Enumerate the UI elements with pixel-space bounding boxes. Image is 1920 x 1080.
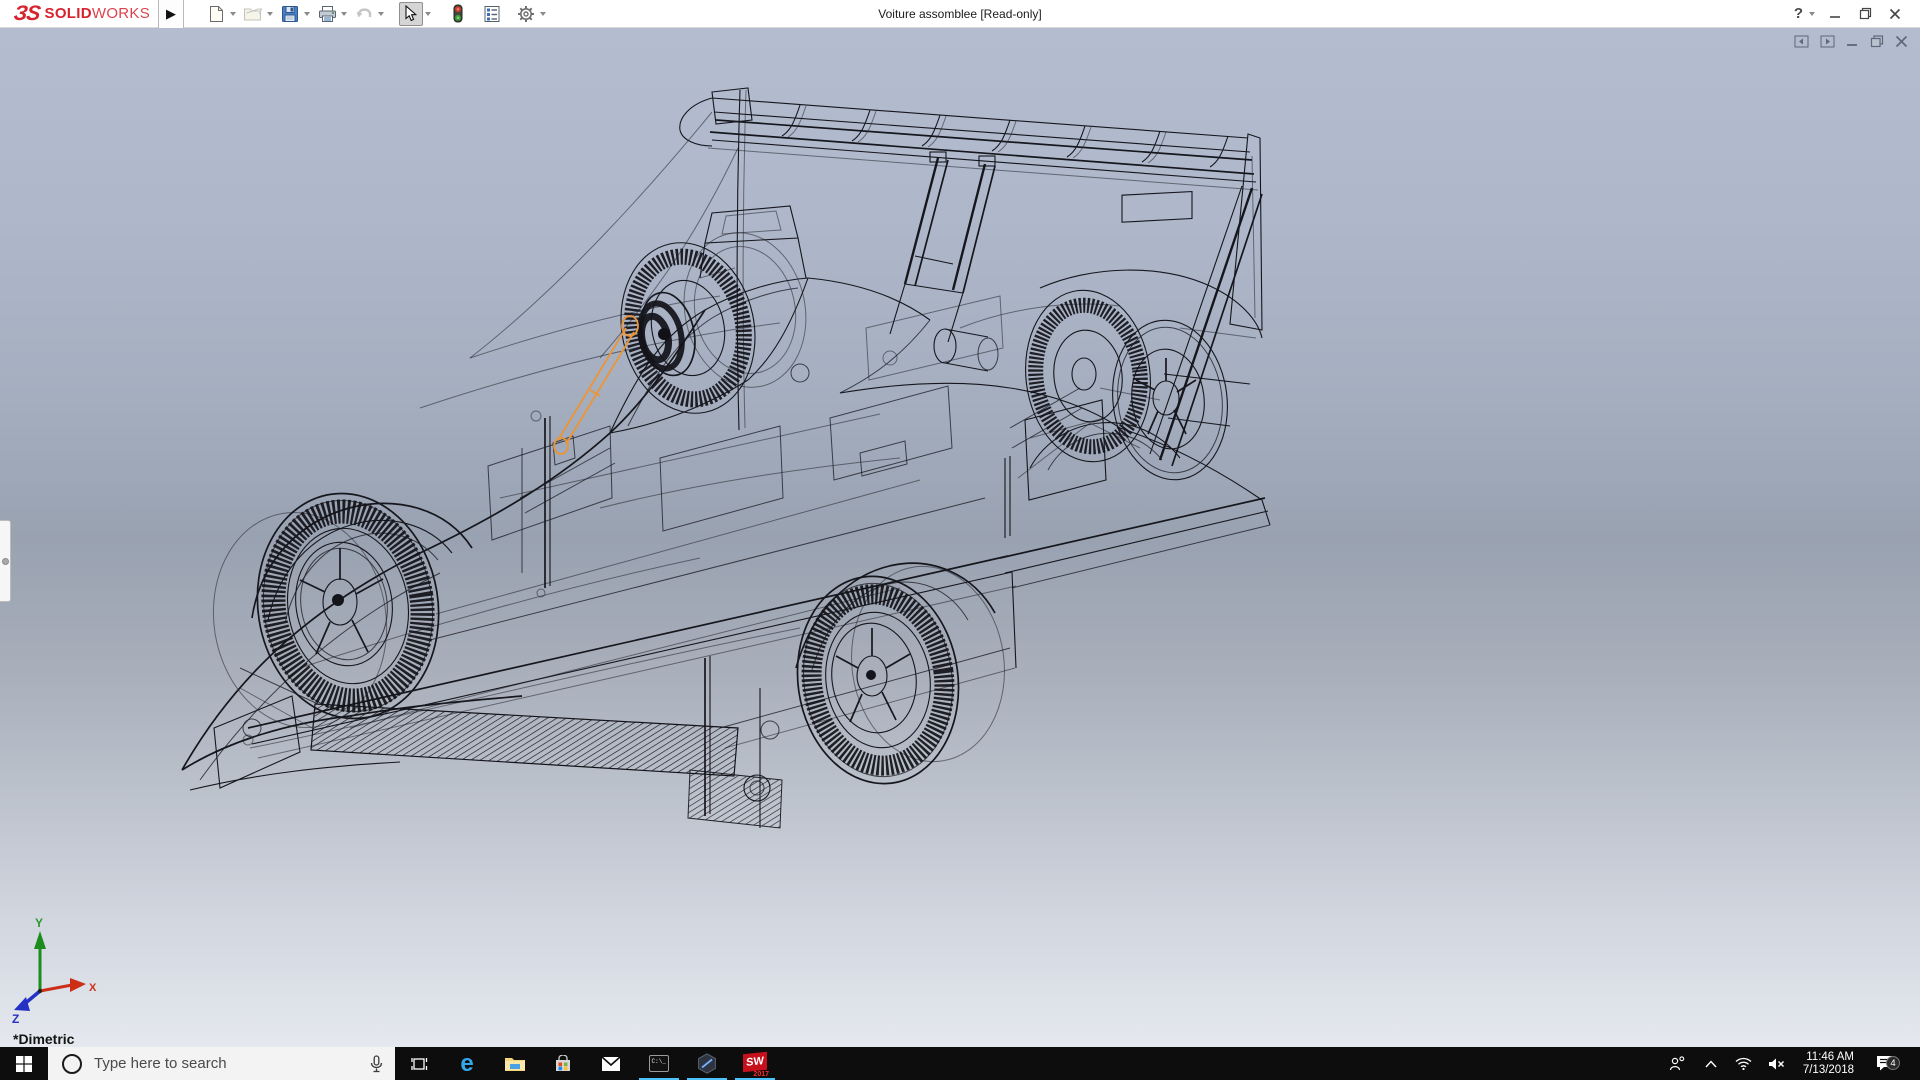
clock[interactable]: 11:46 AM 7/13/2018 <box>1797 1051 1860 1077</box>
solidworks-app-icon: SW 2017 <box>743 1053 767 1075</box>
network-button[interactable] <box>1731 1057 1757 1070</box>
undo-icon <box>355 6 374 22</box>
file-explorer-button[interactable] <box>491 1047 539 1080</box>
rear-right-wheels <box>1016 283 1236 486</box>
print-icon <box>318 5 337 23</box>
open-folder-icon <box>243 5 263 23</box>
taskbar-search[interactable] <box>48 1047 395 1080</box>
people-button[interactable] <box>1665 1056 1691 1071</box>
undo-button[interactable] <box>352 2 376 26</box>
mail-button[interactable] <box>587 1047 635 1080</box>
file-properties-icon <box>483 5 501 23</box>
car-body <box>182 112 1270 828</box>
brand-solid: SOLID <box>45 5 92 22</box>
rebuild-traffic-light-icon <box>452 4 464 23</box>
hexagon-app-icon <box>697 1053 717 1074</box>
view-orientation-label: *Dimetric <box>13 1031 74 1047</box>
open-button[interactable] <box>241 2 265 26</box>
task-view-icon <box>411 1056 428 1072</box>
print-dropdown-caret-icon[interactable] <box>341 12 347 16</box>
mail-icon <box>601 1056 621 1072</box>
solidworks-taskbar-button[interactable]: SW 2017 <box>731 1047 779 1080</box>
restore-button[interactable] <box>1850 0 1880 28</box>
brand-works: WORKS <box>92 5 150 22</box>
menu-flyout-button[interactable]: ▶ <box>158 0 184 28</box>
command-prompt-icon: C:\_ <box>649 1055 669 1072</box>
close-button[interactable] <box>1880 0 1910 28</box>
save-icon <box>281 5 299 23</box>
search-input[interactable] <box>94 1055 370 1072</box>
show-hidden-icons-button[interactable] <box>1698 1060 1724 1068</box>
solidworks-logo-mark-icon: ЗS <box>12 2 41 26</box>
hexagon-app-button[interactable] <box>683 1047 731 1080</box>
front-left-wheel <box>198 480 454 740</box>
save-button[interactable] <box>278 2 302 26</box>
options-gear-icon <box>517 5 535 23</box>
options-button[interactable] <box>514 2 538 26</box>
start-button[interactable] <box>0 1047 48 1080</box>
graphics-area[interactable]: Y X Z *Dimetric <box>0 28 1920 1047</box>
selected-component[interactable] <box>554 316 638 454</box>
select-dropdown-caret-icon[interactable] <box>425 12 431 16</box>
help-dropdown-caret-icon[interactable] <box>1809 12 1815 16</box>
notification-badge: 4 <box>1886 1056 1900 1070</box>
cortana-icon <box>62 1054 82 1074</box>
rear-left-wheel <box>784 556 1017 794</box>
file-explorer-icon <box>504 1055 526 1072</box>
open-dropdown-caret-icon[interactable] <box>267 12 273 16</box>
print-button[interactable] <box>315 2 339 26</box>
windows-taskbar: e <box>0 1047 1920 1080</box>
solidworks-logo: ЗS SOLIDWORKS <box>0 0 158 28</box>
options-dropdown-caret-icon[interactable] <box>540 12 546 16</box>
restore-icon <box>1859 7 1872 20</box>
tray-date: 7/13/2018 <box>1803 1064 1854 1077</box>
minimize-button[interactable] <box>1820 0 1850 28</box>
triad-y-label: Y <box>35 916 43 930</box>
save-dropdown-caret-icon[interactable] <box>304 12 310 16</box>
volume-button[interactable] <box>1764 1057 1790 1071</box>
solidworks-window: ЗS SOLIDWORKS ▶ <box>0 0 1920 1080</box>
select-cursor-icon <box>404 5 418 22</box>
reference-triad: Y X Z <box>4 913 104 1025</box>
chevron-up-icon <box>1705 1060 1717 1068</box>
rebuild-button[interactable] <box>446 2 470 26</box>
wifi-icon <box>1735 1057 1752 1070</box>
triad-x-label: X <box>89 982 97 994</box>
windows-logo-icon <box>16 1056 32 1072</box>
svg-text:C:\_: C:\_ <box>652 1058 667 1065</box>
microphone-icon[interactable] <box>370 1055 383 1073</box>
store-icon <box>554 1055 572 1073</box>
new-document-icon <box>208 5 225 23</box>
edge-icon: e <box>460 1054 473 1074</box>
new-document-button[interactable] <box>204 2 228 26</box>
store-button[interactable] <box>539 1047 587 1080</box>
command-prompt-button[interactable]: C:\_ <box>635 1047 683 1080</box>
speaker-muted-icon <box>1768 1057 1785 1071</box>
close-icon <box>1889 8 1901 20</box>
undo-dropdown-caret-icon[interactable] <box>378 12 384 16</box>
tray-time: 11:46 AM <box>1803 1051 1854 1064</box>
minimize-icon <box>1829 8 1841 20</box>
task-view-button[interactable] <box>395 1047 443 1080</box>
file-properties-button[interactable] <box>480 2 504 26</box>
edge-button[interactable]: e <box>443 1047 491 1080</box>
action-center-button[interactable]: 4 <box>1867 1055 1901 1072</box>
new-dropdown-caret-icon[interactable] <box>230 12 236 16</box>
triad-z-label: Z <box>12 1012 19 1025</box>
wireframe-model[interactable] <box>0 28 1920 1047</box>
help-button[interactable]: ? <box>1790 5 1807 22</box>
solidworks-logo-text: SOLIDWORKS <box>45 5 151 22</box>
rear-wing <box>680 88 1262 466</box>
people-icon <box>1669 1056 1686 1071</box>
title-bar: ЗS SOLIDWORKS ▶ <box>0 0 1920 28</box>
select-button[interactable] <box>399 2 423 26</box>
